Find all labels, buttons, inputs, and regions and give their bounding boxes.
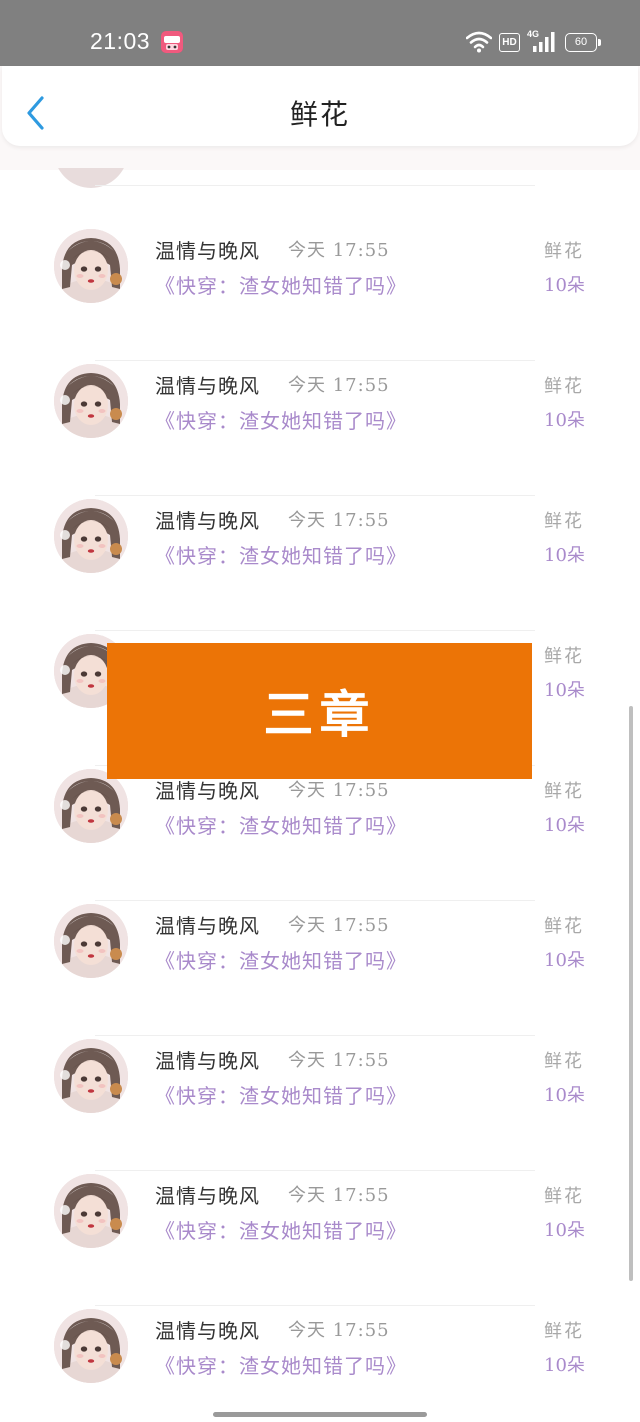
gift-count: 10朵	[544, 1085, 585, 1106]
username: 温情与晚风	[155, 374, 260, 398]
book-title-link[interactable]: 《快穿：渣女她知错了吗》	[155, 1080, 407, 1109]
list-item[interactable]: 温情与晚风 今天 17:55 《快穿：渣女她知错了吗》 鲜花 10朵	[0, 1153, 640, 1306]
timestamp: 今天 17:55	[288, 780, 390, 801]
battery-icon: 60	[565, 33, 601, 52]
gift-type-label: 鲜花	[544, 781, 584, 802]
book-title-link[interactable]: 《快穿：渣女她知错了吗》	[155, 540, 407, 569]
gift-count: 10朵	[544, 410, 585, 431]
scrollbar[interactable]	[629, 706, 633, 1281]
wifi-icon	[466, 31, 492, 53]
avatar[interactable]	[54, 229, 128, 303]
gift-type-label: 鲜花	[544, 376, 584, 397]
timestamp: 今天 17:55	[288, 1320, 390, 1341]
gift-count: 10朵	[544, 950, 585, 971]
gift-type-label: 鲜花	[544, 241, 584, 262]
header-card: 鲜花	[2, 66, 638, 146]
header: 鲜花	[0, 66, 640, 170]
book-title-link[interactable]: 《快穿：渣女她知错了吗》	[155, 405, 407, 434]
gift-count: 10朵	[544, 680, 585, 701]
timestamp: 今天 17:55	[288, 1050, 390, 1071]
timestamp: 今天 17:55	[288, 1185, 390, 1206]
gift-count: 10朵	[544, 545, 585, 566]
row-divider	[95, 185, 535, 186]
avatar[interactable]	[54, 1039, 128, 1113]
book-title-link[interactable]: 《快穿：渣女她知错了吗》	[155, 945, 407, 974]
username: 温情与晚风	[155, 1049, 260, 1073]
username: 温情与晚风	[155, 914, 260, 938]
status-time: 21:03	[90, 28, 151, 54]
book-title-link[interactable]: 《快穿：渣女她知错了吗》	[155, 810, 407, 839]
gift-type-label: 鲜花	[544, 1321, 584, 1342]
gift-type-label: 鲜花	[544, 1186, 584, 1207]
gift-count: 10朵	[544, 1355, 585, 1376]
home-indicator[interactable]	[213, 1412, 427, 1417]
username: 温情与晚风	[155, 1184, 260, 1208]
avatar[interactable]	[54, 364, 128, 438]
list-item[interactable]: 温情与晚风 今天 17:55 《快穿：渣女她知错了吗》 鲜花 10朵	[0, 343, 640, 496]
overlay-text: 三章	[263, 685, 376, 744]
book-title-link[interactable]: 《快穿：渣女她知错了吗》	[155, 270, 407, 299]
status-bar: 21:03 HD 4G 60	[0, 0, 640, 66]
network-type-label: 4G	[527, 29, 540, 39]
gift-type-label: 鲜花	[544, 646, 584, 667]
timestamp: 今天 17:55	[288, 510, 390, 531]
gift-type-label: 鲜花	[544, 511, 584, 532]
hd-badge: HD	[499, 33, 520, 52]
avatar[interactable]	[54, 904, 128, 978]
gift-type-label: 鲜花	[544, 1051, 584, 1072]
bilibili-app-icon	[161, 31, 183, 53]
avatar[interactable]	[54, 1174, 128, 1248]
timestamp: 今天 17:55	[288, 240, 390, 261]
username: 温情与晚风	[155, 1319, 260, 1343]
avatar[interactable]	[54, 499, 128, 573]
gift-type-label: 鲜花	[544, 916, 584, 937]
timestamp: 今天 17:55	[288, 375, 390, 396]
list-item[interactable]: 温情与晚风 今天 17:55 《快穿：渣女她知错了吗》 鲜花 10朵	[0, 1018, 640, 1171]
username: 温情与晚风	[155, 779, 260, 803]
book-title-link[interactable]: 《快穿：渣女她知错了吗》	[155, 1215, 407, 1244]
gift-count: 10朵	[544, 275, 585, 296]
list-item[interactable]: 温情与晚风 今天 17:55 《快穿：渣女她知错了吗》 鲜花 10朵	[0, 478, 640, 631]
page-title: 鲜花	[289, 98, 350, 131]
avatar[interactable]	[54, 1309, 128, 1383]
flower-record-list[interactable]: 温情与晚风 今天 17:55 《快穿：渣女她知错了吗》 鲜花 10朵 温情与晚风 今天 1…	[0, 168, 640, 1422]
gift-count: 10朵	[544, 1220, 585, 1241]
list-item[interactable]: 温情与晚风 今天 17:55 《快穿：渣女她知错了吗》 鲜花 10朵	[0, 883, 640, 1036]
list-item[interactable]: 温情与晚风 今天 17:55 《快穿：渣女她知错了吗》 鲜花 10朵	[0, 1288, 640, 1422]
username: 温情与晚风	[155, 239, 260, 263]
list-item[interactable]: 温情与晚风 今天 17:55 《快穿：渣女她知错了吗》 鲜花 10朵	[0, 208, 640, 361]
chapter-overlay-banner: 三章	[107, 643, 532, 779]
username: 温情与晚风	[155, 509, 260, 533]
avatar[interactable]	[54, 769, 128, 843]
gift-count: 10朵	[544, 815, 585, 836]
book-title-link[interactable]: 《快穿：渣女她知错了吗》	[155, 1350, 407, 1379]
timestamp: 今天 17:55	[288, 915, 390, 936]
